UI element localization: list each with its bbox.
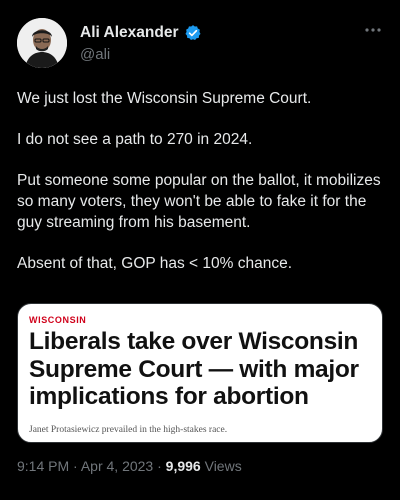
tweet-date[interactable]: Apr 4, 2023 (81, 458, 153, 474)
card-kicker: WISCONSIN (29, 315, 87, 325)
tweet-time[interactable]: 9:14 PM (17, 458, 69, 474)
author-name-row: Ali Alexander (80, 24, 202, 42)
verified-badge-icon (185, 25, 200, 41)
avatar-portrait-icon (17, 18, 67, 68)
tweet-header: Ali Alexander @ali (17, 18, 387, 70)
meta-separator: · (73, 458, 78, 474)
link-preview-card[interactable]: WISCONSIN Liberals take over Wisconsin S… (17, 303, 383, 443)
tweet-paragraph: Put someone some popular on the ballot, … (17, 172, 381, 231)
views-count: 9,996 (165, 458, 201, 474)
views-label: Views (204, 458, 242, 474)
card-dek: Janet Protasiewicz prevailed in the high… (29, 425, 228, 435)
author-name[interactable]: Ali Alexander (80, 24, 179, 42)
tweet-paragraph: Absent of that, GOP has < 10% chance. (17, 255, 293, 272)
tweet-text: We just lost the Wisconsin Supreme Court… (17, 88, 383, 294)
avatar[interactable] (17, 18, 67, 68)
more-options-icon[interactable] (363, 22, 383, 38)
tweet-meta: 9:14 PM · Apr 4, 2023 · 9,996 Views (17, 458, 242, 474)
card-headline: Liberals take over Wisconsin Supreme Cou… (29, 328, 359, 410)
meta-separator: · (157, 458, 162, 474)
tweet-paragraph: We just lost the Wisconsin Supreme Court… (17, 90, 312, 107)
author-handle[interactable]: @ali (80, 46, 110, 63)
tweet-paragraph: I do not see a path to 270 in 2024. (17, 131, 253, 148)
